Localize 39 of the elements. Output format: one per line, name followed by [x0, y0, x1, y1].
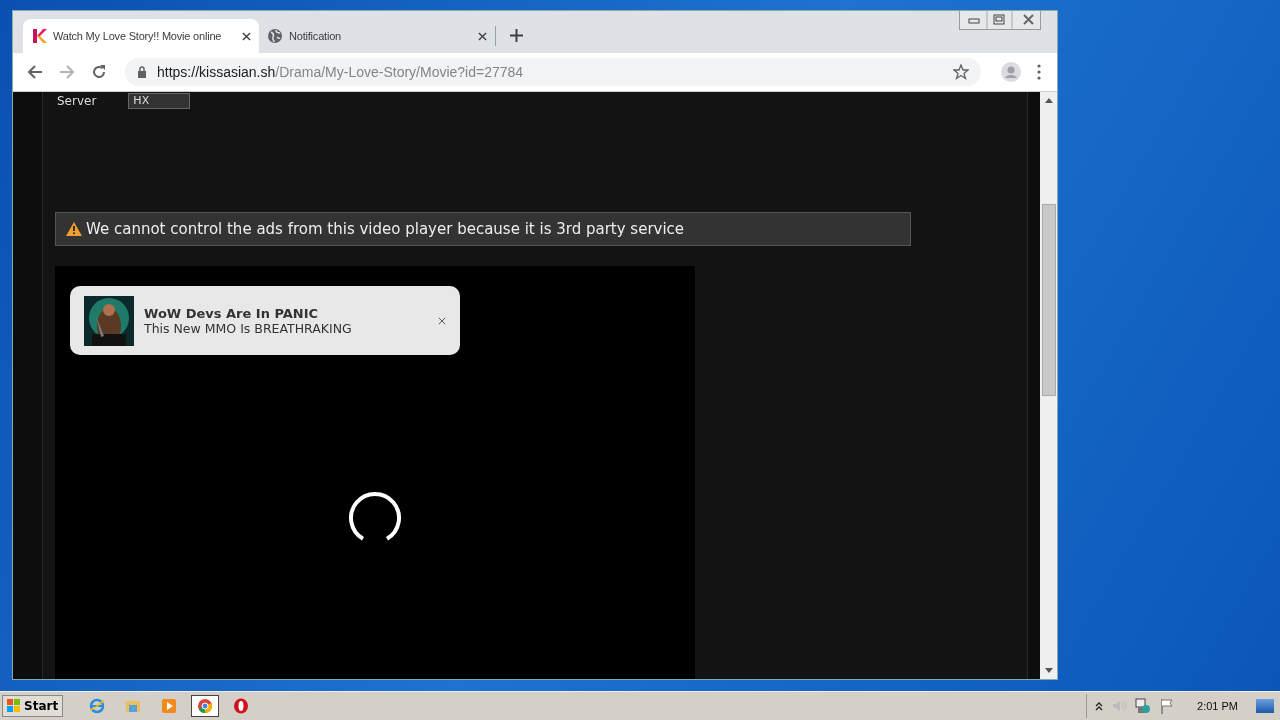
back-arrow-icon[interactable]	[27, 64, 43, 80]
close-icon[interactable]	[438, 316, 446, 325]
browser-tab[interactable]: Notification	[259, 19, 495, 53]
folder-icon	[125, 698, 142, 714]
start-button[interactable]: Start	[2, 695, 64, 717]
notification-popup[interactable]: WoW Devs Are In PANIC This New MMO Is BREATHRAKING	[70, 286, 460, 355]
notification-body: This New MMO Is BREATHRAKING	[144, 320, 353, 336]
network-icon[interactable]	[1135, 698, 1152, 714]
taskbar-app-button[interactable]	[191, 695, 220, 717]
browser-e-icon	[89, 698, 106, 714]
scrollbar[interactable]	[1040, 92, 1057, 679]
k-logo-icon	[31, 28, 47, 44]
scroll-down-arrow-icon[interactable]	[1044, 668, 1053, 674]
reload-icon[interactable]	[91, 64, 107, 80]
profile-avatar-icon[interactable]	[1001, 62, 1021, 82]
warning-text: We cannot control the ads from this video player because it is 3rd party service	[86, 220, 685, 238]
close-icon[interactable]	[242, 31, 251, 41]
server-label: Server	[57, 93, 97, 109]
url-text: https://kissasian.sh/Drama/My-Love-Story/Movie?id=27784	[157, 64, 525, 80]
warning-icon	[66, 222, 82, 236]
windows-logo-icon	[7, 699, 21, 713]
play-icon	[161, 698, 178, 714]
plus-icon[interactable]	[510, 29, 523, 42]
close-icon[interactable]	[478, 31, 487, 41]
lock-icon	[137, 66, 147, 78]
menu-icon[interactable]	[1037, 64, 1041, 80]
chevron-up-icon[interactable]	[1095, 701, 1104, 711]
opera-logo-icon	[233, 698, 250, 714]
scroll-up-arrow-icon[interactable]	[1044, 97, 1053, 103]
notification-title: WoW Devs Are In PANIC	[144, 305, 320, 321]
flag-icon[interactable]	[1159, 698, 1176, 714]
address-bar[interactable]: https://kissasian.sh/Drama/My-Love-Story/Movie?id=27784	[125, 58, 981, 86]
globe-icon	[267, 28, 283, 44]
star-icon[interactable]	[953, 64, 969, 80]
window-controls[interactable]	[959, 11, 1041, 30]
clock-text: 2:01 PM	[1197, 700, 1238, 712]
chrome-logo-icon	[197, 698, 214, 714]
server-dropdown[interactable]: HX	[128, 93, 191, 109]
browser-tab[interactable]: Watch My Love Story!! Movie online	[23, 19, 259, 53]
